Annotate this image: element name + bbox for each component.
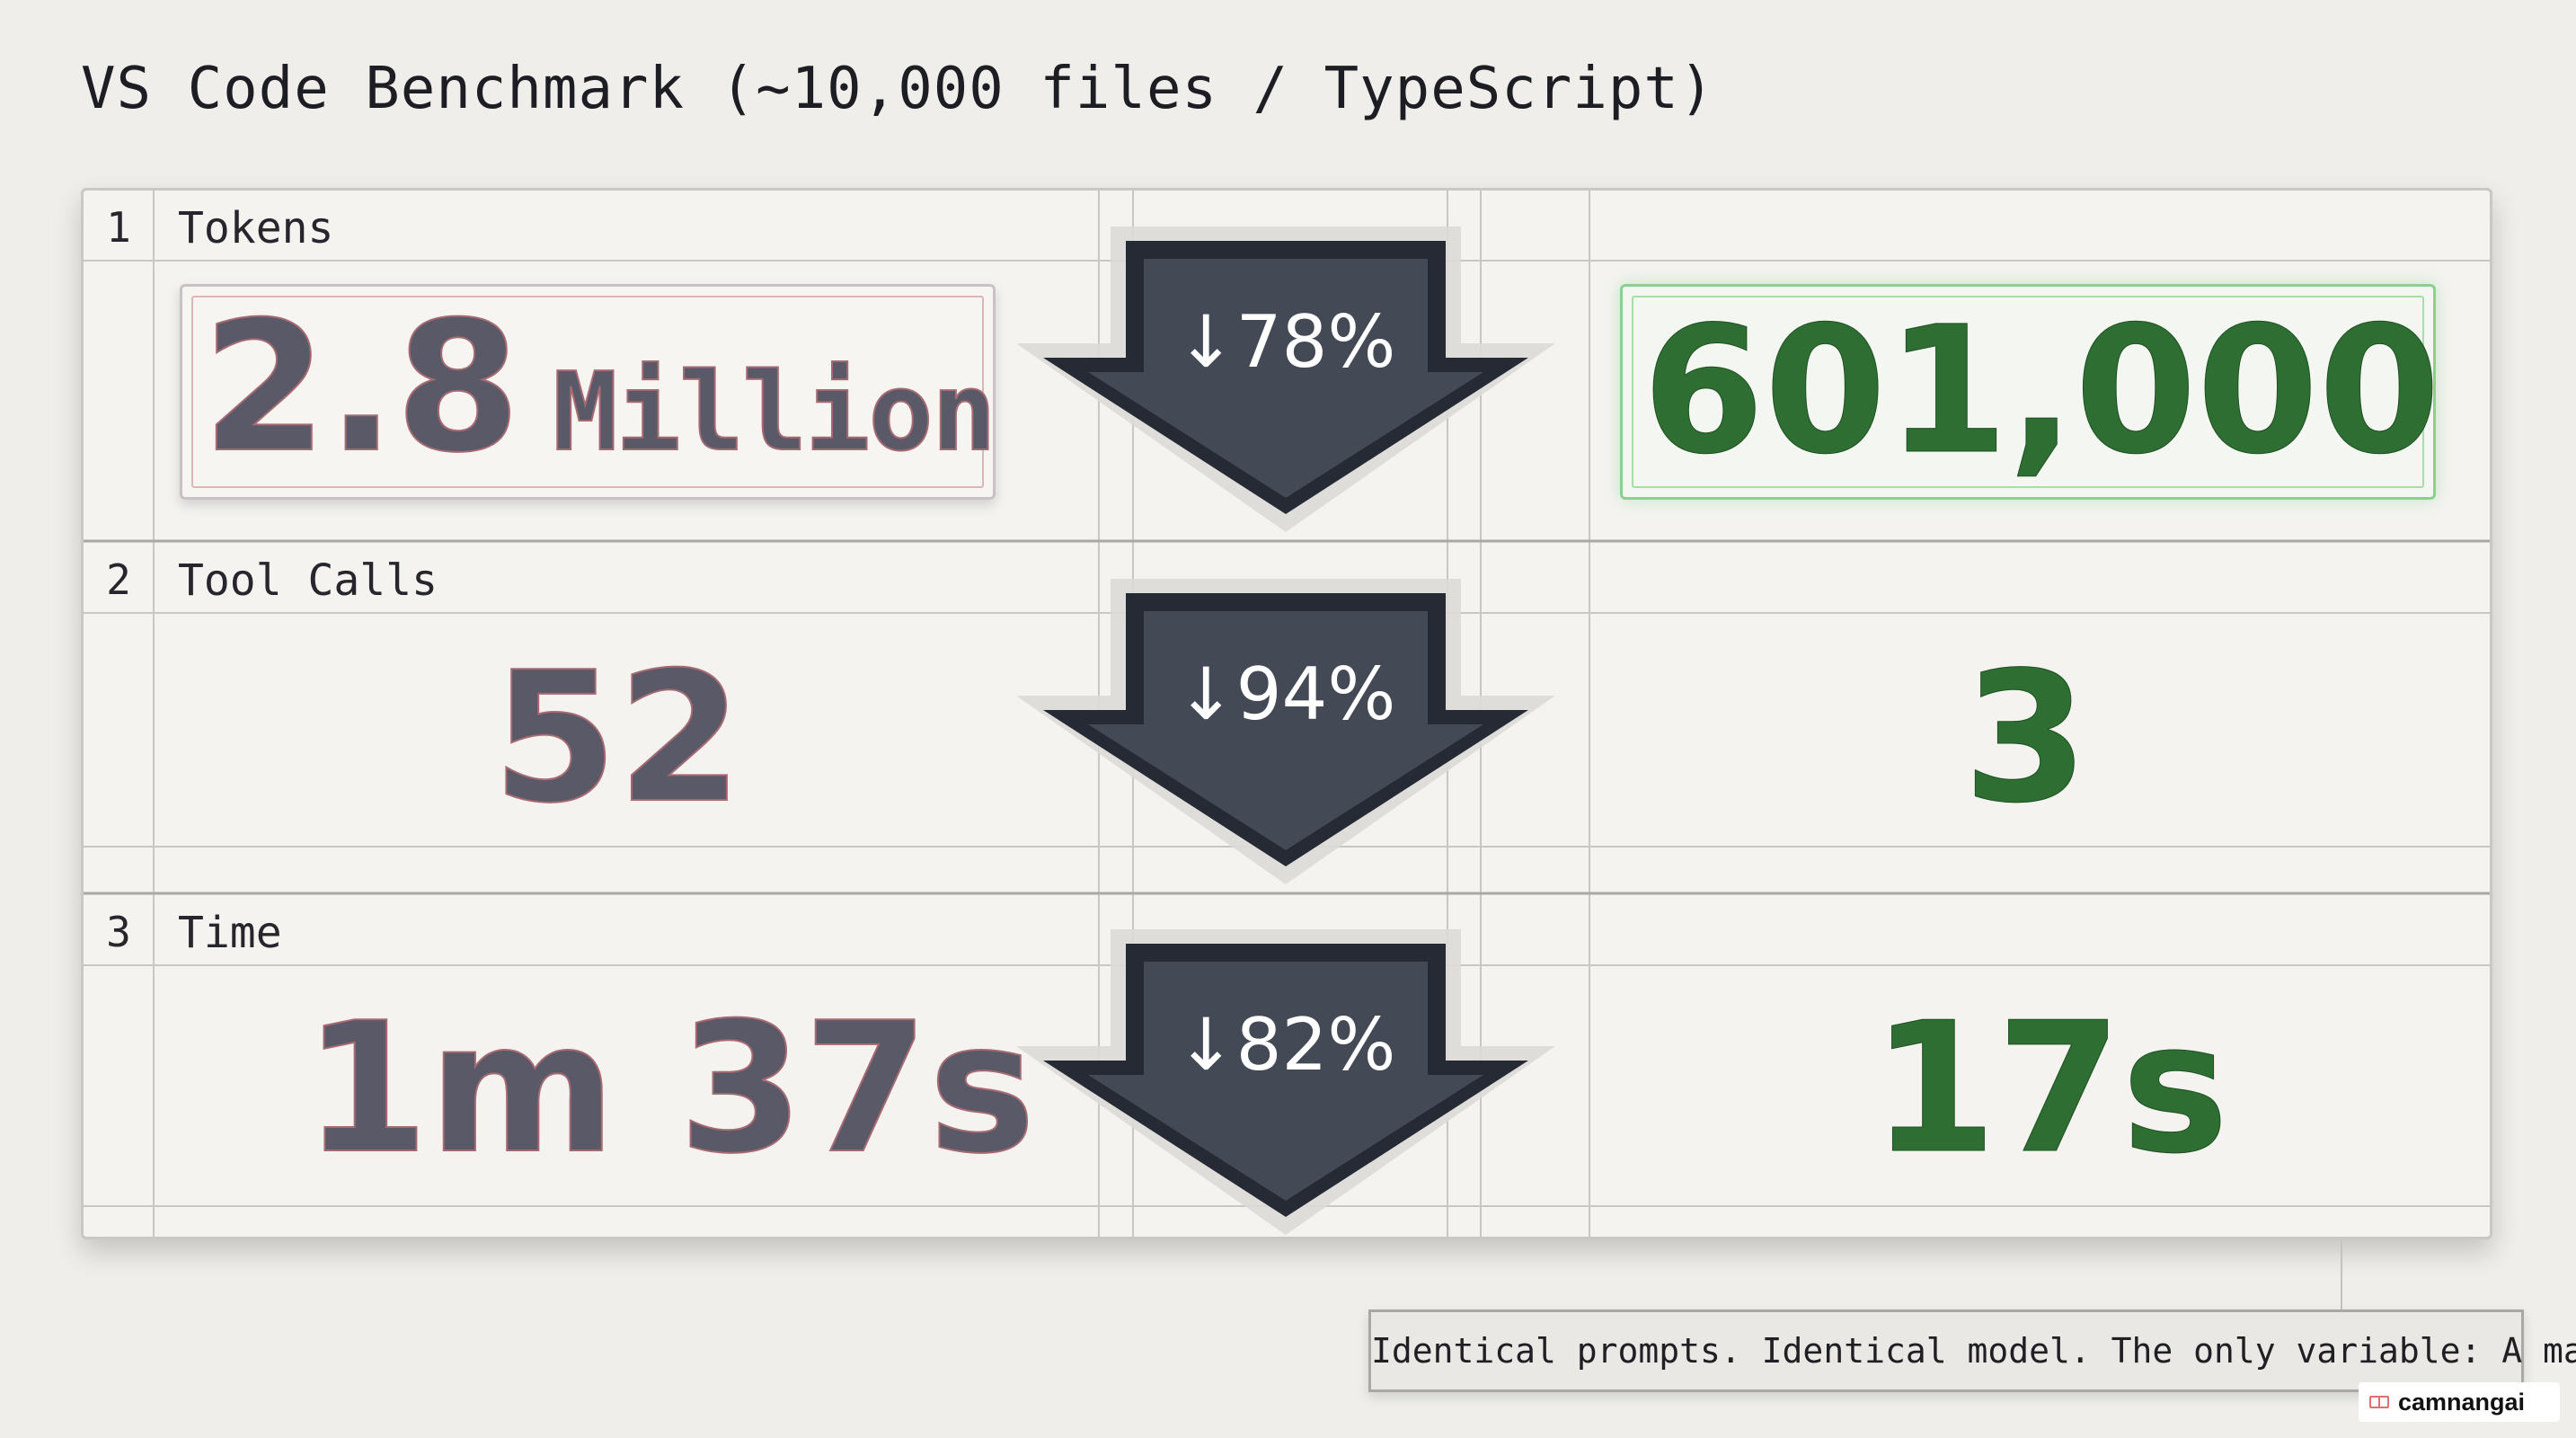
tokens-before-unit: Million bbox=[552, 351, 997, 475]
time-after-value: 17s bbox=[1871, 984, 2229, 1194]
time-before-value: 1m 37s bbox=[303, 984, 1037, 1194]
book-icon bbox=[2369, 1396, 2389, 1408]
tool-calls-change: ↓94% bbox=[1175, 652, 1396, 736]
tokens-change: ↓78% bbox=[1175, 300, 1396, 384]
tokens-before-number: 2.8 bbox=[201, 283, 521, 493]
row-number: 1 bbox=[106, 203, 131, 252]
decrease-arrow: ↓94% bbox=[1016, 579, 1555, 884]
caption-connector bbox=[2341, 1240, 2342, 1309]
time-change: ↓82% bbox=[1175, 1003, 1396, 1087]
row-number: 2 bbox=[106, 555, 131, 604]
tokens-before-value: 2.8 Million bbox=[201, 297, 997, 479]
page-title: VS Code Benchmark (~10,000 files / TypeS… bbox=[81, 56, 1715, 122]
row-label-tokens: Tokens bbox=[178, 203, 334, 253]
row-label-tool-calls: Tool Calls bbox=[178, 555, 438, 606]
watermark: camnangai bbox=[2359, 1382, 2560, 1422]
decrease-arrow: ↓82% bbox=[1016, 929, 1555, 1235]
row-label-time: Time bbox=[178, 908, 282, 958]
tokens-after-value: 601,000 bbox=[1642, 288, 2441, 493]
tool-calls-after-value: 3 bbox=[1962, 634, 2089, 843]
decrease-arrow: ↓78% bbox=[1016, 226, 1555, 532]
row-number: 3 bbox=[106, 908, 131, 956]
benchmark-table: 1 Tokens 2.8 Million ↓78% 601,000 2 Tool … bbox=[81, 188, 2492, 1239]
tool-calls-before-value: 52 bbox=[491, 634, 743, 843]
caption-box: Identical prompts. Identical model. The … bbox=[1368, 1309, 2576, 1392]
watermark-text: camnangai bbox=[2398, 1388, 2526, 1416]
